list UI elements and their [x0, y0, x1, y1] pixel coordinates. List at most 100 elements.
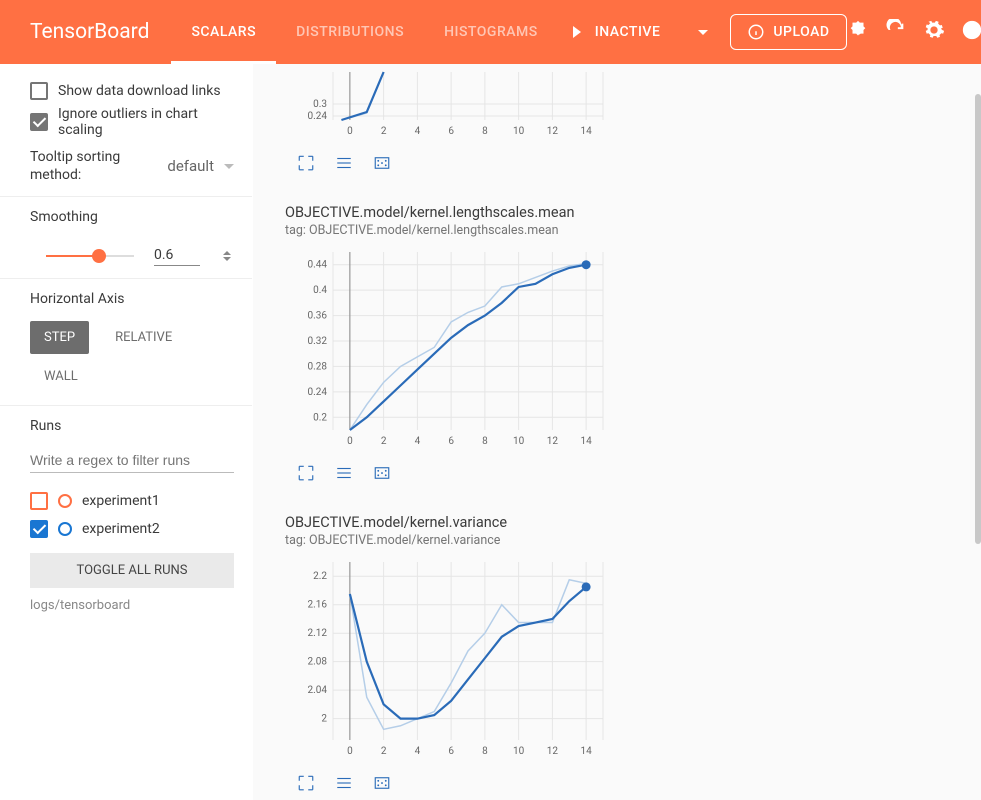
- header-icons: [847, 19, 981, 45]
- list-icon[interactable]: [333, 154, 355, 176]
- tooltip-sort-label: Tooltip sorting method:: [30, 148, 167, 184]
- expand-icon[interactable]: [295, 774, 317, 796]
- list-icon[interactable]: [333, 464, 355, 486]
- charts-container: 0.240.302468101214 OBJECTIVE.model/kerne…: [285, 64, 949, 796]
- tab-distributions[interactable]: DISTRIBUTIONS: [276, 0, 424, 64]
- smoothing-input[interactable]: 0.6: [154, 245, 200, 266]
- toggle-all-runs-button[interactable]: TOGGLE ALL RUNS: [30, 553, 234, 588]
- tab-label: SCALARS: [191, 24, 256, 40]
- ignore-outliers-checkbox[interactable]: [30, 113, 48, 131]
- svg-text:2: 2: [381, 126, 387, 137]
- svg-text:6: 6: [448, 126, 454, 137]
- run-color-swatch: [58, 522, 72, 536]
- chart-title: OBJECTIVE.model/kernel.variance: [285, 514, 949, 531]
- svg-text:2: 2: [321, 714, 327, 725]
- brightness-icon[interactable]: [847, 19, 869, 45]
- tooltip-sort-value: default: [167, 157, 214, 175]
- svg-text:0.32: 0.32: [308, 336, 328, 347]
- svg-text:0.44: 0.44: [308, 260, 328, 271]
- show-download-links-label: Show data download links: [58, 83, 221, 99]
- app-logo: TensorBoard: [0, 20, 171, 44]
- smoothing-label: Smoothing: [30, 209, 234, 225]
- svg-text:4: 4: [415, 746, 421, 757]
- fit-domain-icon[interactable]: [371, 464, 393, 486]
- run-name: experiment1: [82, 493, 160, 509]
- chart-tag: tag: OBJECTIVE.model/kernel.lengthscales…: [285, 223, 949, 238]
- run-checkbox[interactable]: [30, 520, 48, 538]
- scalar-chart[interactable]: 0.240.302468101214: [285, 64, 615, 144]
- chart-toolbar: [295, 774, 949, 796]
- haxis-relative-button[interactable]: RELATIVE: [101, 321, 186, 354]
- upload-label: UPLOAD: [773, 24, 829, 40]
- inactive-dropdown[interactable]: INACTIVE: [573, 24, 709, 40]
- fit-domain-icon[interactable]: [371, 774, 393, 796]
- chart-block: 0.240.302468101214: [285, 64, 949, 176]
- refresh-icon[interactable]: [885, 19, 907, 45]
- svg-text:10: 10: [513, 746, 525, 757]
- help-icon[interactable]: [961, 19, 981, 45]
- ignore-outliers-label: Ignore outliers in chart scaling: [58, 106, 234, 138]
- dropdown-caret-icon: [698, 30, 708, 35]
- gear-icon[interactable]: [923, 19, 945, 45]
- runs-label: Runs: [30, 418, 234, 434]
- scrollbar-thumb[interactable]: [975, 94, 981, 544]
- svg-text:0.36: 0.36: [308, 311, 328, 322]
- smoothing-slider[interactable]: [46, 255, 134, 257]
- chart-toolbar: [295, 154, 949, 176]
- list-icon[interactable]: [333, 774, 355, 796]
- sidebar: Show data download links Ignore outliers…: [0, 64, 253, 800]
- run-color-swatch: [58, 494, 72, 508]
- chart-tag: tag: OBJECTIVE.model/kernel.variance: [285, 533, 949, 548]
- main-content: 0.240.302468101214 OBJECTIVE.model/kerne…: [253, 64, 981, 800]
- svg-text:14: 14: [581, 126, 593, 137]
- svg-text:0.2: 0.2: [313, 412, 327, 423]
- scalar-chart[interactable]: 0.20.240.280.320.360.40.4402468101214: [285, 244, 615, 454]
- dropdown-caret-icon: [224, 164, 234, 169]
- horizontal-axis-label: Horizontal Axis: [30, 291, 234, 307]
- tab-scalars[interactable]: SCALARS: [171, 0, 276, 64]
- svg-text:0.24: 0.24: [308, 111, 328, 122]
- run-item-experiment2[interactable]: experiment2: [30, 515, 234, 543]
- chart-toolbar: [295, 464, 949, 486]
- logdir-label: logs/tensorboard: [30, 598, 234, 613]
- svg-text:2.08: 2.08: [308, 657, 328, 668]
- app-header: TensorBoard SCALARS DISTRIBUTIONS HISTOG…: [0, 0, 981, 64]
- run-name: experiment2: [82, 521, 160, 537]
- svg-text:8: 8: [482, 126, 488, 137]
- haxis-wall-button[interactable]: WALL: [30, 360, 92, 393]
- svg-text:2: 2: [381, 746, 387, 757]
- smoothing-stepper[interactable]: [220, 251, 234, 261]
- svg-text:12: 12: [547, 746, 559, 757]
- svg-text:6: 6: [448, 436, 454, 447]
- tab-label: HISTOGRAMS: [444, 24, 538, 40]
- tab-label: DISTRIBUTIONS: [296, 24, 404, 40]
- svg-text:2.16: 2.16: [308, 600, 328, 611]
- svg-text:0.3: 0.3: [313, 99, 327, 110]
- svg-text:8: 8: [482, 746, 488, 757]
- runs-filter-input[interactable]: [30, 448, 234, 473]
- run-checkbox[interactable]: [30, 492, 48, 510]
- svg-text:14: 14: [581, 746, 593, 757]
- tooltip-sort-select[interactable]: default: [167, 157, 234, 175]
- svg-text:6: 6: [448, 746, 454, 757]
- svg-text:10: 10: [513, 436, 525, 447]
- info-icon: [747, 23, 765, 41]
- upload-button[interactable]: UPLOAD: [730, 14, 846, 50]
- svg-text:10: 10: [513, 126, 525, 137]
- svg-text:2.04: 2.04: [308, 685, 328, 696]
- expand-icon[interactable]: [295, 154, 317, 176]
- svg-text:0.24: 0.24: [308, 387, 328, 398]
- svg-text:12: 12: [547, 436, 559, 447]
- tab-histograms[interactable]: HISTOGRAMS: [424, 0, 558, 64]
- chart-title: OBJECTIVE.model/kernel.lengthscales.mean: [285, 204, 949, 221]
- scalar-chart[interactable]: 22.042.082.122.162.202468101214: [285, 554, 615, 764]
- show-download-links-checkbox[interactable]: [30, 82, 48, 100]
- header-tabs: SCALARS DISTRIBUTIONS HISTOGRAMS: [171, 0, 557, 64]
- haxis-step-button[interactable]: STEP: [30, 321, 89, 354]
- svg-text:0.4: 0.4: [313, 285, 327, 296]
- fit-domain-icon[interactable]: [371, 154, 393, 176]
- run-item-experiment1[interactable]: experiment1: [30, 487, 234, 515]
- svg-text:8: 8: [482, 436, 488, 447]
- chevron-right-icon: [573, 26, 581, 38]
- expand-icon[interactable]: [295, 464, 317, 486]
